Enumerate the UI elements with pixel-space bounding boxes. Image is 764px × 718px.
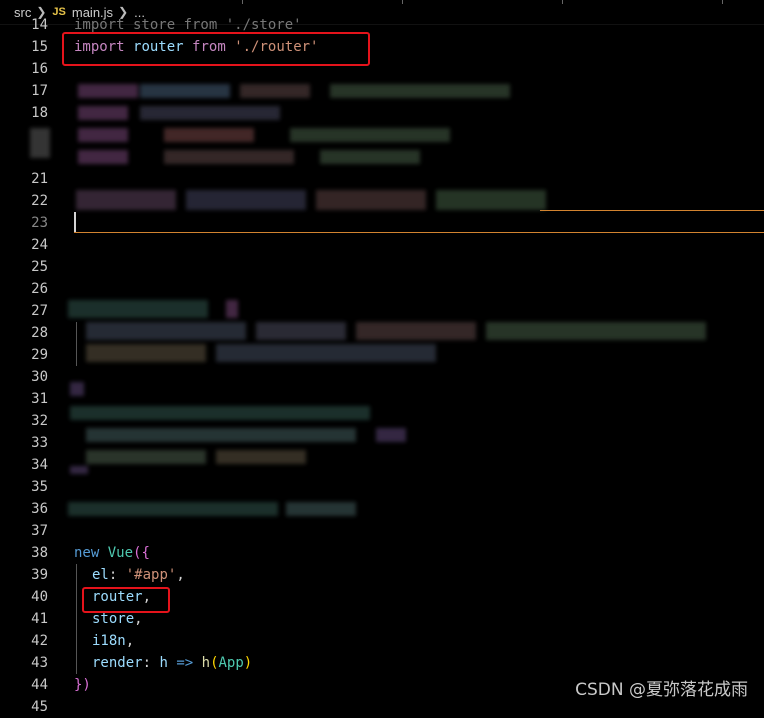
line-number: 28: [31, 325, 48, 341]
arrow-operator: =>: [176, 655, 194, 671]
code-text: render: h => h(App): [92, 655, 253, 671]
property-store: store: [92, 611, 135, 627]
bracket-close: }): [74, 677, 91, 693]
code-line: 24: [0, 234, 764, 256]
comma: ,: [125, 633, 135, 649]
divider: [562, 0, 563, 4]
code-line: 38 new Vue({: [0, 542, 764, 564]
redacted-code-block: [30, 82, 520, 170]
line-number: 32: [31, 413, 48, 429]
property-i18n: i18n: [92, 633, 126, 649]
indent-guide: [76, 322, 77, 366]
property-render: render: [92, 655, 143, 671]
property-el: el: [92, 567, 109, 583]
line-number: 14: [31, 17, 48, 33]
code-text: el: '#app',: [92, 564, 185, 586]
code-line: 43 render: h => h(App): [0, 652, 764, 674]
code-text: store,: [92, 608, 143, 630]
code-line: 16: [0, 58, 764, 80]
param-h: h: [159, 655, 168, 671]
line-number: 42: [31, 633, 48, 649]
code-line: 25: [0, 256, 764, 278]
keyword-new: new: [74, 545, 100, 561]
line-number: 31: [31, 391, 48, 407]
line-number: 39: [31, 567, 48, 583]
line-number: 34: [31, 457, 48, 473]
code-line: 21: [0, 168, 764, 190]
code-text: i18n,: [92, 630, 134, 652]
code-text: new Vue({: [74, 542, 150, 564]
divider: [402, 0, 403, 4]
string-selector: '#app': [125, 567, 177, 583]
line-number: 35: [31, 479, 48, 495]
divider: [722, 0, 723, 4]
code-line: 42 i18n,: [0, 630, 764, 652]
selection-border: [74, 232, 764, 233]
code-line: 41 store,: [0, 608, 764, 630]
comma: ,: [176, 567, 185, 583]
line-number: 25: [31, 259, 48, 275]
line-number: 43: [31, 655, 48, 671]
redacted-code-block: [66, 502, 358, 516]
indent-guide: [76, 564, 77, 674]
line-number: 37: [31, 523, 48, 539]
divider: [242, 0, 243, 4]
comma: ,: [134, 611, 143, 627]
redacted-code-block: [66, 298, 706, 474]
text-cursor: [74, 212, 76, 232]
line-number: 15: [31, 39, 48, 55]
colon: :: [108, 567, 118, 583]
line-number: 21: [31, 171, 48, 187]
code-line: 39 el: '#app',: [0, 564, 764, 586]
line-number: 29: [31, 347, 48, 363]
line-number: 45: [31, 699, 48, 715]
colon: :: [142, 655, 152, 671]
selection-border: [540, 210, 764, 211]
line-number: 40: [31, 589, 48, 605]
line-number: 27: [31, 303, 48, 319]
watermark: CSDN @夏弥落花成雨: [575, 680, 748, 700]
line-number: 36: [31, 501, 48, 517]
code-line: 35: [0, 476, 764, 498]
code-editor[interactable]: 14 import store from './store' 15 import…: [0, 14, 764, 715]
line-number: 26: [31, 281, 48, 297]
redacted-code-block: [36, 190, 556, 216]
function-h: h: [201, 655, 211, 671]
line-number: 41: [31, 611, 48, 627]
code-line: 37: [0, 520, 764, 542]
class-vue: Vue: [107, 545, 134, 561]
code-line: 26: [0, 278, 764, 300]
bracket-open: ({: [133, 545, 150, 561]
line-number: 16: [31, 61, 48, 77]
line-number: 38: [31, 545, 48, 561]
line-number: 24: [31, 237, 48, 253]
identifier-app: App: [218, 655, 244, 671]
line-number: 33: [31, 435, 48, 451]
line-number: 30: [31, 369, 48, 385]
line-number: 44: [31, 677, 48, 693]
